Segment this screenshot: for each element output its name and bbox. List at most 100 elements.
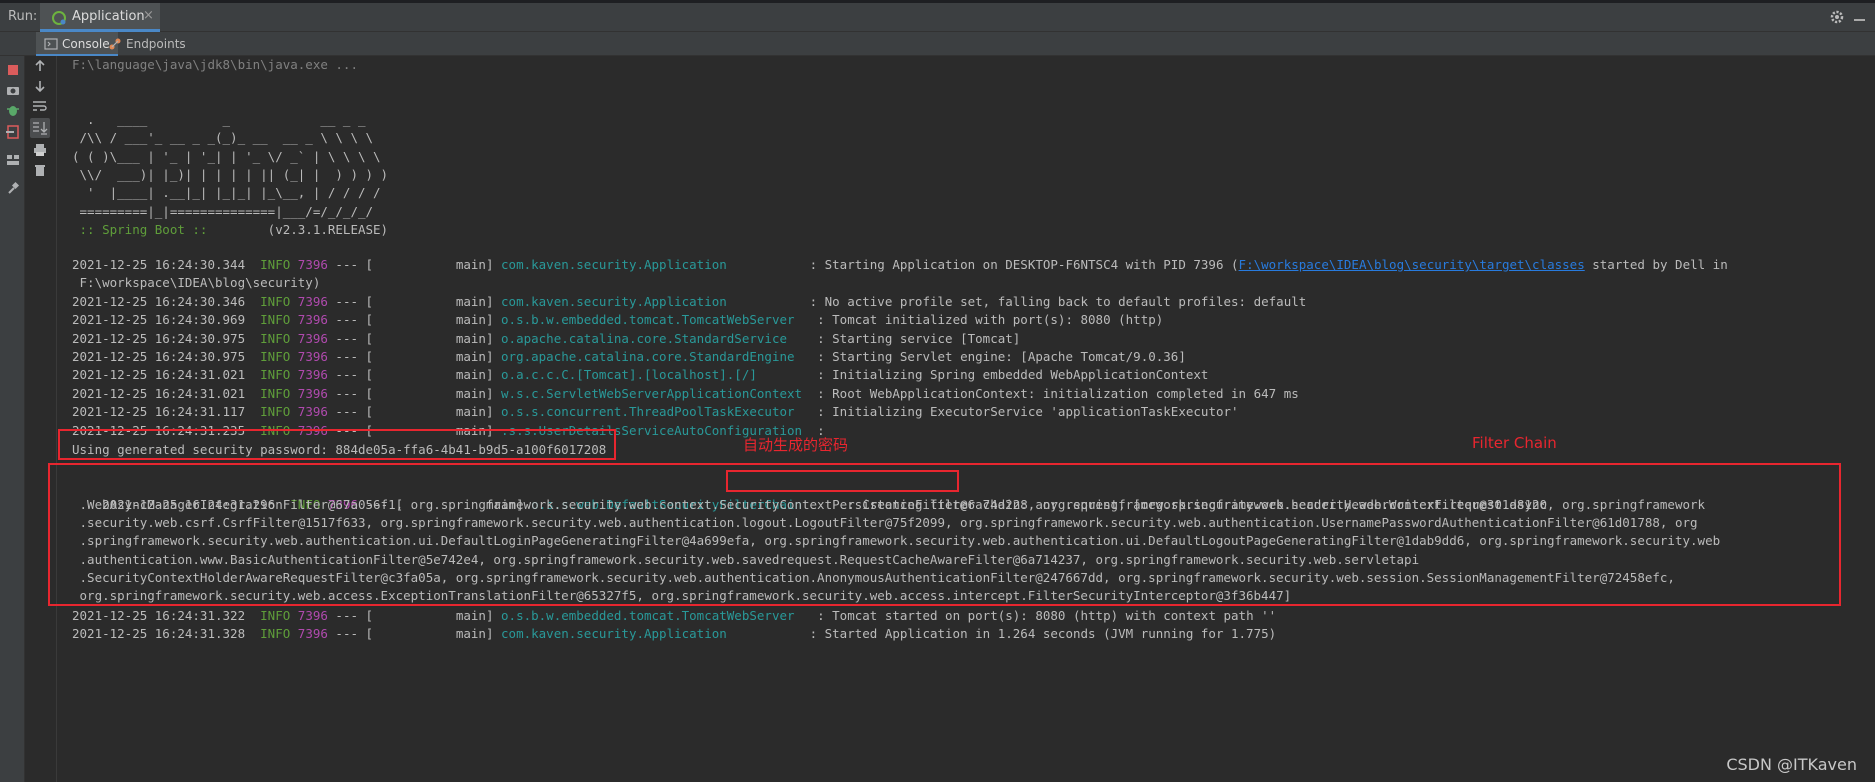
- stop-icon[interactable]: [5, 62, 21, 78]
- log-timestamp: 2021-12-25 16:24:31.021: [72, 367, 246, 383]
- endpoints-icon: [109, 38, 121, 50]
- log-message-tail: started by Dell in: [1584, 257, 1728, 272]
- spring-boot-version: (v2.3.1.RELEASE): [207, 222, 389, 237]
- scroll-to-end-button[interactable]: [30, 118, 50, 138]
- down-arrow-icon: [35, 81, 45, 93]
- run-label: Run:: [8, 9, 38, 24]
- log-logger: com.kaven.security.Application: [501, 257, 803, 272]
- log-message: Root WebApplicationContext: initializati…: [832, 385, 1299, 401]
- log-thread: main: [373, 404, 486, 420]
- tab-application-label: Application: [72, 9, 145, 24]
- log-thread: main: [373, 626, 486, 642]
- log-pid: 7396: [297, 257, 328, 272]
- log-pid: 7396: [297, 349, 328, 364]
- pin-icon[interactable]: [5, 180, 21, 196]
- log-logger: com.kaven.security.Application: [501, 293, 803, 309]
- log-logger: org.apache.catalina.core.StandardEngine: [501, 349, 810, 364]
- creating-filter-chain-highlight-box: [726, 470, 959, 492]
- log-logger: o.apache.catalina.core.StandardService: [501, 330, 810, 346]
- log-message: Starting service [Tomcat]: [832, 330, 1021, 346]
- close-tab-icon[interactable]: ×: [143, 8, 154, 23]
- log-line: 2021-12-25 16:24:31.117 INFO 7396 --- [ …: [72, 404, 1239, 420]
- banner-line: =========|_|==============|___/=/_/_/_/: [72, 204, 374, 219]
- log-thread: main: [373, 312, 486, 328]
- log-pid: 7396: [297, 367, 328, 383]
- log-thread: main: [373, 330, 486, 346]
- log-thread: main: [373, 385, 486, 401]
- log-level: INFO: [260, 312, 291, 328]
- run-left-toolbar: [0, 32, 25, 782]
- log-timestamp: 2021-12-25 16:24:31.322: [72, 608, 246, 623]
- log-pid: 7396: [297, 330, 328, 346]
- log-message: Tomcat started on port(s): 8080 (http) w…: [832, 608, 1277, 623]
- log-line: 2021-12-25 16:24:30.975 INFO 7396 --- [ …: [72, 349, 1186, 364]
- log-timestamp: 2021-12-25 16:24:31.328: [72, 626, 246, 642]
- classpath-link[interactable]: F:\workspace\IDEA\blog\security\target\c…: [1239, 257, 1585, 272]
- log-pid: 7396: [297, 293, 328, 309]
- exit-icon[interactable]: [5, 124, 21, 140]
- log-timestamp: 2021-12-25 16:24:30.346: [72, 293, 246, 309]
- banner-line: . ____ _ __ _ _: [72, 112, 366, 127]
- log-line: 2021-12-25 16:24:30.969 INFO 7396 --- [ …: [72, 312, 1164, 328]
- debug-icon[interactable]: [5, 102, 21, 118]
- log-line: 2021-12-25 16:24:30.344 INFO 7396 --- [ …: [72, 257, 1728, 272]
- soft-wrap-icon: [33, 101, 47, 111]
- banner-line: ( ( )\___ | '_ | '_| | '_ \/ _` | \ \ \ …: [72, 149, 381, 164]
- log-timestamp: 2021-12-25 16:24:30.969: [72, 312, 246, 328]
- log-pid: 7396: [297, 626, 328, 642]
- scroll-down-button[interactable]: [30, 76, 50, 96]
- log-message: Initializing Spring embedded WebApplicat…: [832, 367, 1209, 383]
- log-message: Started Application in 1.264 seconds (JV…: [824, 626, 1277, 642]
- banner-line: ' |____| .__|_| |_|_| |_\__, | / / / /: [72, 185, 381, 200]
- console-icon: [44, 38, 58, 50]
- log-line: 2021-12-25 16:24:30.346 INFO 7396 --- [ …: [72, 293, 1307, 309]
- log-message: No active profile set, falling back to d…: [824, 293, 1307, 309]
- log-logger: o.s.b.w.embedded.tomcat.TomcatWebServer: [501, 608, 810, 623]
- spring-boot-label: :: Spring Boot ::: [72, 222, 208, 237]
- log-line: 2021-12-25 16:24:31.322 INFO 7396 --- [ …: [72, 608, 1277, 623]
- log-pid: 7396: [297, 385, 328, 401]
- clear-all-button[interactable]: [30, 160, 50, 180]
- camera-icon[interactable]: [5, 82, 21, 98]
- log-level: INFO: [260, 330, 291, 346]
- log-level: INFO: [260, 385, 291, 401]
- banner-line: \\/ ___)| |_)| | | | | || (_| | ) ) ) ): [72, 167, 389, 182]
- scroll-to-end-icon: [33, 122, 48, 135]
- log-line: 2021-12-25 16:24:31.328 INFO 7396 --- [ …: [72, 626, 1277, 642]
- scroll-up-button[interactable]: [30, 56, 50, 76]
- print-button[interactable]: [30, 140, 50, 160]
- minimize-icon[interactable]: [1854, 19, 1865, 21]
- soft-wrap-button[interactable]: [30, 96, 50, 116]
- console-output[interactable]: F:\language\java\jdk8\bin\java.exe ... .…: [48, 56, 1875, 782]
- log-logger: com.kaven.security.Application: [501, 626, 803, 642]
- log-logger: w.s.c.ServletWebServerApplicationContext: [501, 385, 810, 401]
- log-timestamp: 2021-12-25 16:24:31.117: [72, 404, 246, 420]
- log-timestamp: 2021-12-25 16:24:30.975: [72, 349, 246, 364]
- layout-icon[interactable]: [5, 152, 21, 168]
- log-thread: main: [373, 293, 486, 309]
- run-subtabs: Console Endpoints: [0, 32, 1875, 56]
- log-level: INFO: [260, 257, 291, 272]
- run-toolwindow-header: Run: Application ×: [0, 3, 1875, 32]
- log-thread: main: [373, 257, 486, 272]
- log-message: Starting Application on DESKTOP-F6NTSC4 …: [824, 257, 1239, 272]
- log-level: INFO: [260, 404, 291, 420]
- command-line[interactable]: F:\language\java\jdk8\bin\java.exe ...: [72, 56, 358, 74]
- spring-boot-icon: [52, 11, 66, 25]
- password-highlight-box: [58, 429, 616, 460]
- log-thread: main: [373, 608, 486, 623]
- watermark: CSDN @ITKaven: [1726, 755, 1857, 774]
- log-level: INFO: [260, 293, 291, 309]
- log-timestamp: 2021-12-25 16:24:30.975: [72, 330, 246, 346]
- log-pid: 7396: [297, 404, 328, 420]
- console-toolbar: [25, 56, 57, 782]
- log-message: Starting Servlet engine: [Apache Tomcat/…: [832, 349, 1186, 364]
- log-thread: main: [373, 367, 486, 383]
- log-level: INFO: [260, 626, 291, 642]
- log-logger: o.a.c.c.C.[Tomcat].[localhost].[/]: [501, 367, 810, 383]
- gear-icon[interactable]: [1829, 9, 1845, 25]
- log-line: 2021-12-25 16:24:30.975 INFO 7396 --- [ …: [72, 330, 1021, 346]
- tab-application[interactable]: Application ×: [40, 3, 160, 32]
- tab-endpoints[interactable]: Endpoints: [100, 32, 194, 56]
- password-annotation: 自动生成的密码: [743, 436, 849, 454]
